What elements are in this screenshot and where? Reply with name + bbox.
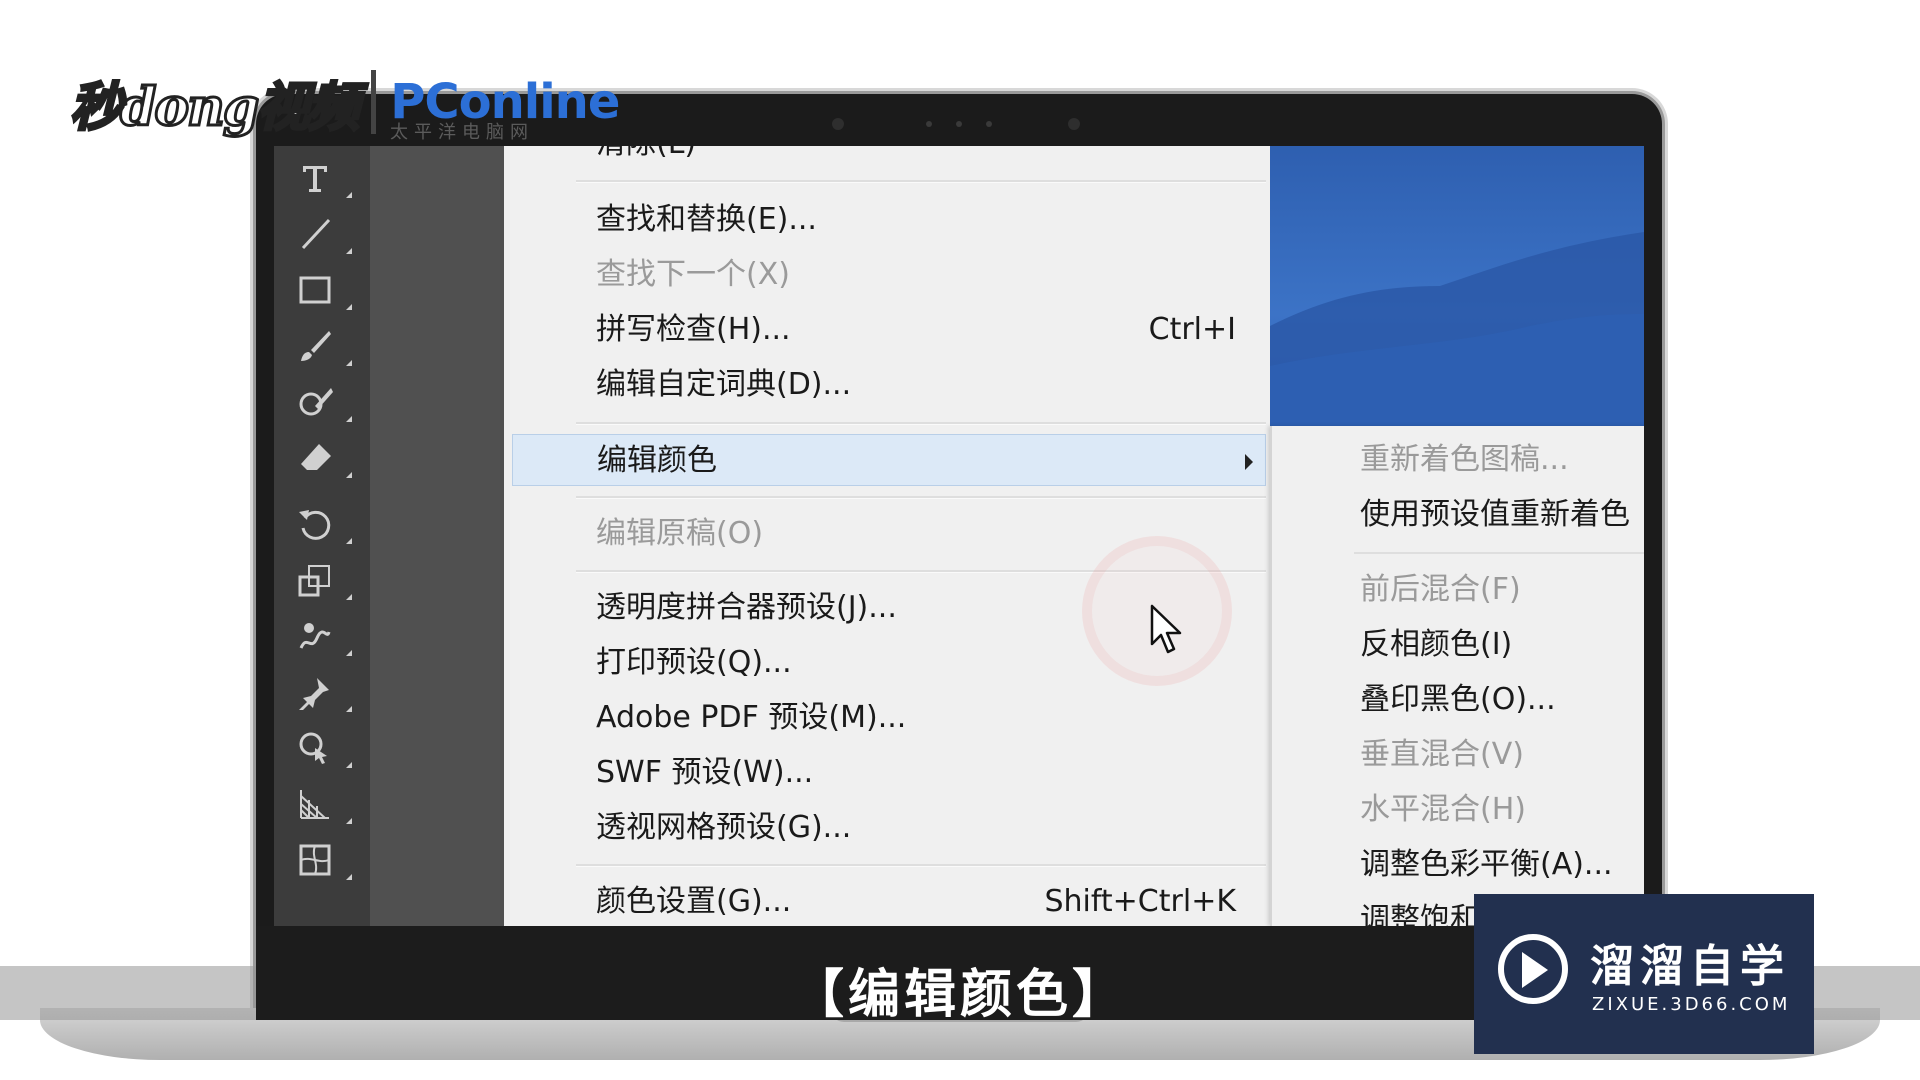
play-triangle-icon — [1522, 952, 1548, 988]
panel-dock — [370, 146, 504, 926]
menu-item-label: 透明度拼合器预设(J)... — [596, 590, 897, 625]
submenu-item-label: 使用预设值重新着色 — [1360, 497, 1630, 532]
mouse-cursor-icon — [1150, 604, 1182, 654]
puppet-warp-tool-icon[interactable] — [288, 668, 352, 716]
submenu-item-recolor-with-preset[interactable]: 使用预设值重新着色 — [1360, 489, 1640, 541]
brand-watermark: 秒dong视频 PConline — [68, 64, 620, 140]
logo-divider — [371, 70, 377, 134]
paintbrush-tool-icon[interactable] — [288, 322, 352, 370]
warp-tool-icon[interactable] — [288, 612, 352, 660]
submenu-item-label: 前后混合(F) — [1360, 572, 1521, 607]
sensor-dot — [926, 121, 932, 127]
submenu-item-overprint-black[interactable]: 叠印黑色(O)... — [1360, 674, 1640, 726]
edit-colors-submenu: 重新着色图稿... 使用预设值重新着色 前后混合(F) 反相颜色(I) 叠印黑色… — [1270, 426, 1644, 926]
submenu-item-blend-front-to-back: 前后混合(F) — [1360, 564, 1640, 616]
menu-item-clear[interactable]: 清除(L) — [576, 146, 1236, 170]
submenu-item-blend-horizontally: 水平混合(H) — [1360, 784, 1640, 836]
menu-item-shortcut: Ctrl+I — [1148, 312, 1236, 347]
menu-item-color-settings[interactable]: 颜色设置(G)... Shift+Ctrl+K — [576, 876, 1236, 926]
pconline-subtitle: 太平洋电脑网 — [390, 122, 534, 143]
perspective-grid-tool-icon[interactable] — [288, 780, 352, 828]
submenu-item-recolor-artwork: 重新着色图稿... — [1360, 434, 1640, 486]
rotate-tool-icon[interactable] — [288, 500, 352, 548]
menu-item-label: 打印预设(Q)... — [596, 645, 792, 680]
rectangle-tool-icon[interactable] — [288, 266, 352, 314]
menu-item-find-next: 查找下一个(X) — [576, 249, 1236, 301]
menu-item-pdf-presets[interactable]: Adobe PDF 预设(M)... — [576, 692, 1236, 744]
submenu-arrow-icon — [1245, 454, 1253, 470]
menu-item-edit-colors[interactable]: 编辑颜色 — [512, 434, 1266, 486]
scale-tool-icon[interactable] — [288, 556, 352, 604]
screen: 清除(L) 查找和替换(E)... 查找下一个(X) 拼写检查(H)... Ctr… — [274, 146, 1644, 926]
menu-item-label: 查找和替换(E)... — [596, 202, 817, 237]
menu-item-label: 编辑颜色 — [597, 443, 717, 478]
camera-dot — [832, 118, 844, 130]
menu-item-label: 颜色设置(G)... — [596, 884, 792, 919]
menu-separator — [576, 180, 1266, 183]
menu-item-shortcut: Shift+Ctrl+K — [1044, 884, 1236, 919]
tools-panel — [274, 146, 370, 926]
menu-item-label: 清除(L) — [596, 146, 696, 161]
menu-separator — [576, 864, 1266, 867]
line-tool-icon[interactable] — [288, 210, 352, 258]
submenu-item-label: 叠印黑色(O)... — [1360, 682, 1556, 717]
menu-item-label: Adobe PDF 预设(M)... — [596, 700, 907, 735]
type-tool-icon[interactable] — [288, 154, 352, 202]
submenu-item-label: 垂直混合(V) — [1360, 737, 1524, 772]
shape-builder-tool-icon[interactable] — [288, 724, 352, 772]
menu-item-swf-presets[interactable]: SWF 预设(W)... — [576, 747, 1236, 799]
menu-item-find-replace[interactable]: 查找和替换(E)... — [576, 194, 1236, 246]
submenu-item-label: 重新着色图稿... — [1360, 442, 1569, 477]
menu-item-label: 编辑原稿(O) — [596, 516, 764, 551]
menu-separator — [576, 422, 1266, 425]
menu-item-label: 查找下一个(X) — [596, 257, 790, 292]
menu-icon-gutter — [504, 146, 576, 926]
menu-item-label: SWF 预设(W)... — [596, 755, 814, 790]
mesh-tool-icon[interactable] — [288, 836, 352, 884]
menu-item-label: 编辑自定词典(D)... — [596, 367, 852, 402]
submenu-item-adjust-color-balance[interactable]: 调整色彩平衡(A)... — [1360, 839, 1640, 891]
submenu-item-label: 反相颜色(I) — [1360, 627, 1513, 662]
menu-item-label: 透视网格预设(G)... — [596, 810, 852, 845]
menu-item-label: 拼写检查(H)... — [596, 312, 791, 347]
menu-separator — [576, 496, 1266, 499]
submenu-item-blend-vertically: 垂直混合(V) — [1360, 729, 1640, 781]
zixue-logo-text: 溜溜自学 — [1590, 941, 1790, 992]
menu-separator — [1354, 552, 1644, 554]
blob-brush-tool-icon[interactable] — [288, 378, 352, 426]
eraser-tool-icon[interactable] — [288, 434, 352, 482]
submenu-item-label: 调整色彩平衡(A)... — [1360, 847, 1613, 882]
zixue-logo-url: ZIXUE.3D66.COM — [1592, 994, 1791, 1015]
menu-item-spell-check[interactable]: 拼写检查(H)... Ctrl+I — [576, 304, 1236, 356]
submenu-item-invert-colors[interactable]: 反相颜色(I) — [1360, 619, 1640, 671]
camera-dot — [1068, 118, 1080, 130]
zixue-watermark: 溜溜自学 ZIXUE.3D66.COM — [1474, 894, 1814, 1054]
menu-item-perspective-grid-presets[interactable]: 透视网格预设(G)... — [576, 802, 1236, 854]
artwork-canvas — [1270, 146, 1644, 426]
sensor-dot — [956, 121, 962, 127]
sensor-dot — [986, 121, 992, 127]
menu-item-edit-dictionary[interactable]: 编辑自定词典(D)... — [576, 359, 1236, 411]
miaodong-logo: 秒dong视频 — [68, 75, 360, 139]
submenu-item-label: 水平混合(H) — [1360, 792, 1526, 827]
